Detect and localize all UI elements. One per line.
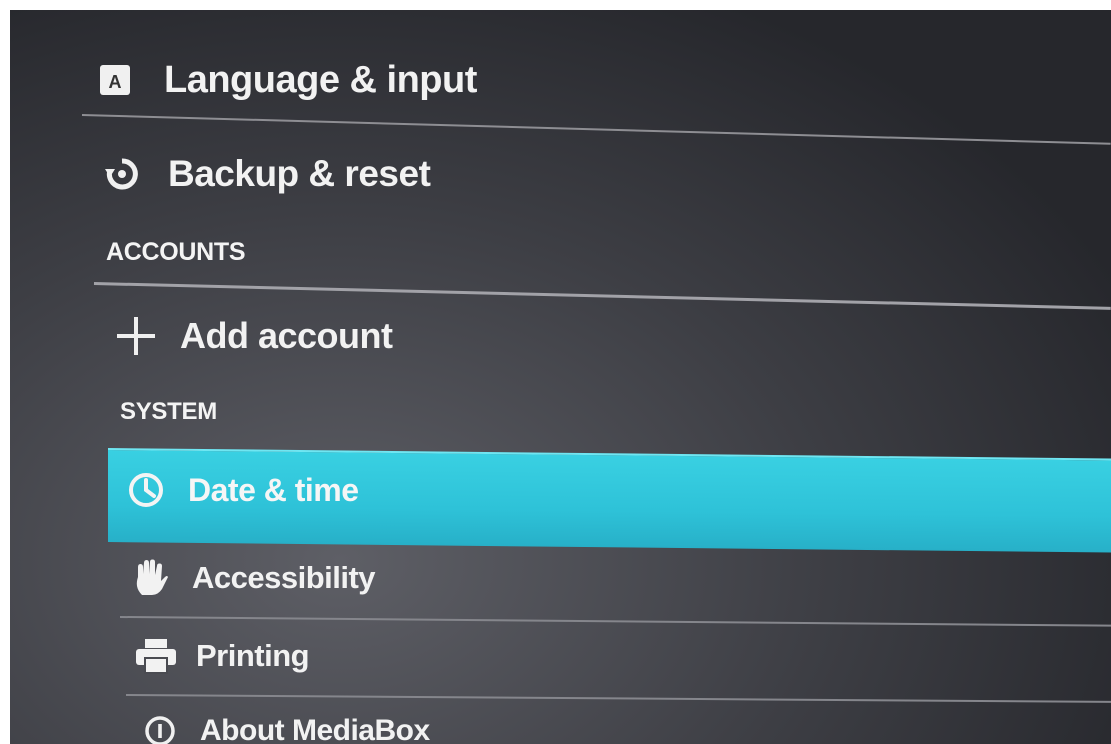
divider xyxy=(119,616,1111,627)
settings-item-label: Language & input xyxy=(164,58,477,101)
settings-item-accessibility[interactable]: Accessibility xyxy=(130,552,376,604)
settings-item-date-time[interactable]: Date & time xyxy=(126,462,359,518)
settings-item-label: Printing xyxy=(196,638,310,673)
settings-item-label: Backup & reset xyxy=(168,153,431,194)
settings-list: A Language & input Backup & reset ACCOUN… xyxy=(10,10,1111,744)
section-header-system: SYSTEM xyxy=(120,398,217,425)
language-icon: A xyxy=(96,61,134,99)
settings-item-label: Accessibility xyxy=(192,560,376,595)
divider xyxy=(125,694,1111,703)
info-icon xyxy=(142,713,178,744)
settings-item-label: Add account xyxy=(180,315,393,356)
settings-item-about[interactable]: About MediaBox xyxy=(142,708,430,744)
svg-text:A: A xyxy=(109,72,122,92)
backup-icon xyxy=(102,154,142,194)
clock-icon xyxy=(126,470,166,510)
hand-icon xyxy=(130,558,170,598)
settings-item-backup-reset[interactable]: Backup & reset xyxy=(102,144,431,204)
device-screen-photo: A Language & input Backup & reset ACCOUN… xyxy=(10,10,1111,744)
divider xyxy=(81,114,1111,145)
printer-icon xyxy=(134,636,178,676)
settings-item-add-account[interactable]: Add account xyxy=(114,306,393,366)
section-header-accounts: ACCOUNTS xyxy=(106,238,246,266)
settings-item-printing[interactable]: Printing xyxy=(134,630,310,682)
plus-icon xyxy=(114,314,158,358)
settings-item-label: Date & time xyxy=(188,471,359,508)
settings-item-label: About MediaBox xyxy=(200,714,430,744)
settings-item-language-input[interactable]: A Language & input xyxy=(96,50,477,110)
